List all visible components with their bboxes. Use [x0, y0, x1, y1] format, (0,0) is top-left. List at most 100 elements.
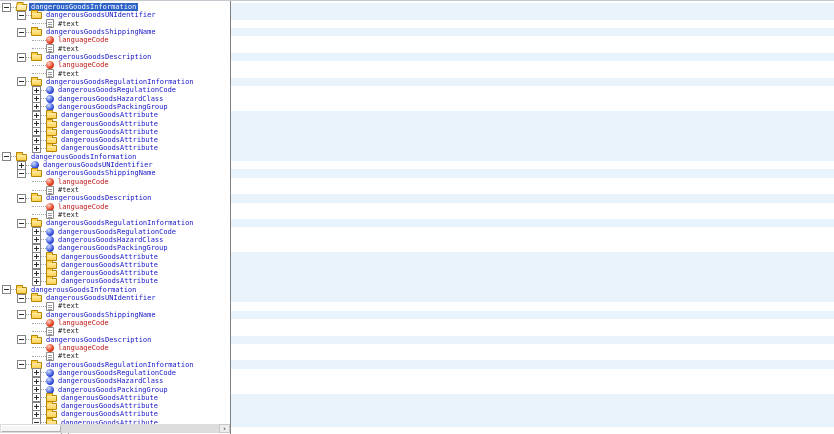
expand-toggle-icon[interactable] [17, 77, 26, 86]
folder-icon [31, 170, 42, 177]
expand-toggle-icon[interactable] [32, 144, 41, 153]
node-name: dangerousGoodsDescription [44, 53, 153, 61]
folder-icon [31, 312, 42, 319]
value-row [231, 419, 834, 427]
tree-node-row[interactable]: languageCode [0, 203, 230, 211]
value-row [231, 136, 834, 144]
value-row [231, 111, 834, 119]
value-row [231, 194, 834, 202]
attribute-icon [46, 344, 54, 352]
value-row [231, 394, 834, 402]
element-icon [46, 95, 54, 103]
tree-node-row[interactable]: languageCode [0, 319, 230, 327]
tree-node-row[interactable]: dangerousGoodsDescription [0, 336, 230, 344]
expand-toggle-icon[interactable] [17, 194, 26, 203]
node-name: dangerousGoodsHazardClass [56, 95, 165, 103]
node-name: dangerousGoodsShippingName [44, 311, 158, 319]
expand-toggle-icon[interactable] [17, 360, 26, 369]
tree-node-row[interactable]: dangerousGoodsShippingName [0, 169, 230, 177]
expand-toggle-icon[interactable] [2, 3, 11, 12]
value-row: PAINT RELATED MATERIAL [231, 327, 834, 335]
node-name: dangerousGoodsAttribute [59, 136, 160, 144]
value-row [231, 336, 834, 344]
horizontal-scrollbar[interactable]: › [0, 424, 230, 433]
expand-toggle-icon[interactable] [17, 335, 26, 344]
value-row [231, 53, 834, 61]
xml-editor-window: dangerousGoodsInformation dangerousGoods… [0, 0, 834, 434]
value-row [231, 261, 834, 269]
tree-node-row[interactable]: dangerousGoodsShippingName [0, 28, 230, 36]
node-name: languageCode [56, 203, 111, 211]
tree-node-row[interactable]: dangerousGoodsUNIdentifier [0, 294, 230, 302]
value-row [231, 402, 834, 410]
scrollbar-thumb[interactable] [1, 425, 61, 432]
expand-toggle-icon[interactable] [17, 294, 26, 303]
value-row: UN1263 [231, 20, 834, 28]
value-row: EN [231, 203, 834, 211]
value-row [231, 269, 834, 277]
expand-toggle-icon[interactable] [17, 219, 26, 228]
expand-toggle-icon[interactable] [2, 152, 11, 161]
expand-toggle-icon[interactable] [17, 53, 26, 62]
node-name: #text [56, 45, 81, 53]
tree-pane: dangerousGoodsInformation dangerousGoods… [0, 1, 230, 434]
expand-toggle-icon[interactable] [17, 28, 26, 37]
node-name: dangerousGoodsHazardClass [56, 236, 165, 244]
node-name: dangerousGoodsShippingName [44, 169, 158, 177]
text-node-icon [46, 44, 54, 53]
node-name: dangerousGoodsRegulationCode [56, 369, 178, 377]
expand-toggle-icon[interactable] [32, 277, 41, 286]
value-row: IP_INFO=12 INNER PACKAGING, PLASTIC, tot… [231, 211, 834, 219]
text-node-icon [46, 186, 54, 195]
tree-connector-line [32, 214, 46, 215]
folder-icon [31, 337, 42, 344]
node-name: dangerousGoodsAttribute [59, 410, 160, 418]
node-name: dangerousGoodsAttribute [59, 253, 160, 261]
attribute-icon [46, 178, 54, 186]
value-row [231, 252, 834, 260]
node-name: dangerousGoodsAttribute [59, 111, 160, 119]
tree-node-row[interactable]: languageCode [0, 178, 230, 186]
value-row: IMD [231, 227, 834, 235]
folder-icon [31, 29, 42, 36]
tree-node-row[interactable]: dangerousGoodsInformation [0, 153, 230, 161]
value-row: UN1263 [231, 161, 834, 169]
tree-node-row[interactable]: dangerousGoodsUNIdentifier [0, 11, 230, 19]
value-row: 3. [231, 94, 834, 102]
value-row [231, 3, 834, 11]
tree-node-row[interactable]: languageCode [0, 61, 230, 69]
expand-toggle-icon[interactable] [17, 310, 26, 319]
expand-toggle-icon[interactable] [2, 285, 11, 294]
scroll-right-arrow-icon[interactable]: › [219, 424, 230, 433]
attribute-icon [46, 319, 54, 327]
tree-node-row[interactable]: dangerousGoodsDescription [0, 53, 230, 61]
node-name: dangerousGoodsRegulationInformation [44, 219, 196, 227]
tree-node-row[interactable]: dangerousGoodsShippingName [0, 311, 230, 319]
value-row [231, 11, 834, 19]
value-row [231, 286, 834, 294]
value-pane: UN1263 NL Verf-verwante producten Beperk… [231, 1, 834, 434]
text-node-icon [46, 69, 54, 78]
tree-node-row[interactable]: dangerousGoodsDescription [0, 194, 230, 202]
expand-toggle-icon[interactable] [17, 11, 26, 20]
tree-connector-line [32, 331, 46, 332]
value-row: EN [231, 344, 834, 352]
node-name: dangerousGoodsDescription [44, 336, 153, 344]
text-node-icon [46, 327, 54, 336]
node-name: #text [56, 352, 81, 360]
tree-node-row[interactable]: languageCode [0, 344, 230, 352]
value-row: NL [231, 36, 834, 44]
tree-node-row[interactable]: languageCode [0, 36, 230, 44]
expand-toggle-icon[interactable] [17, 169, 26, 178]
node-name: dangerousGoodsPackingGroup [56, 244, 170, 252]
value-row: ADR [231, 86, 834, 94]
node-name: dangerousGoodsAttribute [59, 402, 160, 410]
tree-node-row[interactable]: dangerousGoodsAttribute [0, 277, 230, 285]
tree-node-row[interactable]: dangerousGoodsAttribute [0, 144, 230, 152]
node-name: #text [56, 186, 81, 194]
tree-connector-line [32, 347, 46, 348]
node-name: dangerousGoodsUNIdentifier [44, 294, 158, 302]
node-name: dangerousGoodsInformation [29, 286, 138, 294]
node-name: dangerousGoodsAttribute [59, 120, 160, 128]
attribute-icon [46, 61, 54, 69]
